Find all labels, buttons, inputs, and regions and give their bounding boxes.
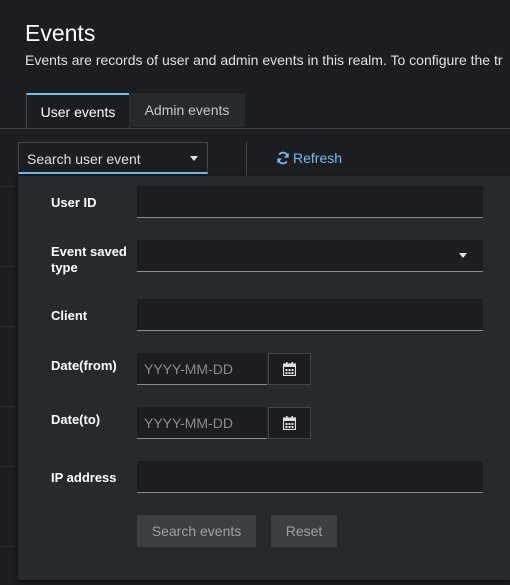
page-title: Events	[25, 20, 96, 46]
refresh-label: Refresh	[293, 150, 343, 166]
user-id-label: User ID	[51, 195, 97, 210]
background-table-lines	[0, 176, 18, 585]
date-from-input[interactable]: YYYY-MM-DD	[137, 353, 267, 385]
date-from-label: Date(from)	[51, 358, 117, 373]
search-user-event-dropdown[interactable]: Search user event	[18, 142, 208, 174]
calendar-icon	[283, 362, 296, 376]
client-label: Client	[51, 308, 88, 323]
date-to-calendar-button[interactable]	[268, 407, 311, 439]
search-events-panel: User ID Event saved type Client Date(fro…	[18, 176, 510, 580]
event-type-label-line1: Event saved	[51, 244, 127, 259]
client-input[interactable]	[137, 299, 483, 331]
date-to-input[interactable]: YYYY-MM-DD	[137, 407, 267, 439]
event-type-select[interactable]	[137, 240, 483, 272]
tab-admin-events[interactable]: Admin events	[129, 93, 245, 127]
event-type-label: Event saved type	[51, 244, 127, 276]
page-header: Events Events are records of user and ad…	[0, 0, 510, 86]
user-id-input[interactable]	[137, 186, 483, 218]
caret-down-icon	[190, 156, 198, 161]
date-to-label: Date(to)	[51, 412, 101, 427]
date-from-calendar-button[interactable]	[268, 353, 311, 385]
refresh-icon	[277, 151, 289, 165]
toolbar-divider	[246, 142, 247, 176]
reset-button[interactable]: Reset	[271, 515, 337, 547]
caret-down-icon	[459, 253, 467, 258]
ip-address-label: IP address	[51, 470, 117, 485]
events-tabs: User events Admin events	[0, 86, 510, 129]
search-dropdown-label: Search user event	[27, 151, 141, 167]
event-type-label-line2: type	[51, 260, 78, 275]
refresh-button[interactable]: Refresh	[276, 150, 342, 166]
tab-user-events[interactable]: User events	[26, 93, 130, 128]
ip-address-input[interactable]	[137, 461, 483, 493]
page-description: Events are records of user and admin eve…	[25, 52, 503, 68]
calendar-icon	[283, 416, 296, 430]
search-events-button[interactable]: Search events	[137, 515, 256, 547]
